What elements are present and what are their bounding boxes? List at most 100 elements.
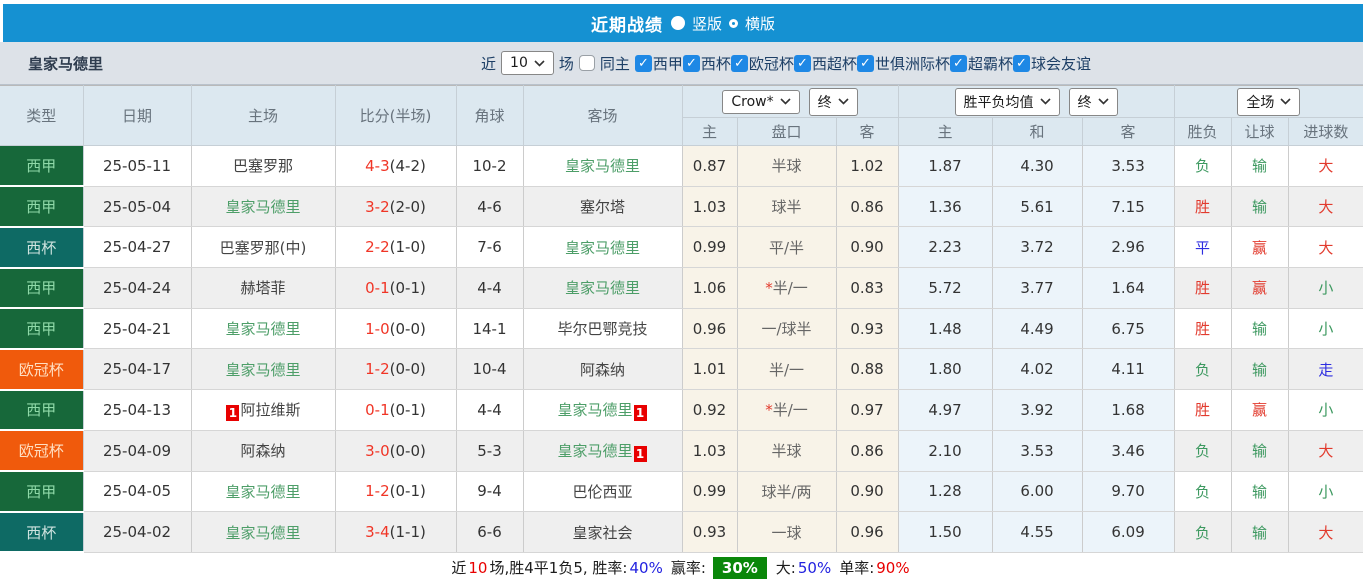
fulltime-score: 0-1 bbox=[365, 278, 390, 297]
home-team-cell[interactable]: 皇家马德里 bbox=[191, 511, 336, 553]
match-table-body: 西甲 25-05-11 巴塞罗那 4-3(4-2) 10-2 皇家马德里 0.87 半球 1.0… bbox=[0, 145, 1363, 554]
home-team-cell[interactable]: 皇家马德里 bbox=[191, 308, 336, 350]
away-team-cell[interactable]: 皇家社会 bbox=[523, 511, 683, 553]
avg-away-odds: 3.53 bbox=[1082, 145, 1175, 187]
league-label[interactable]: 球会友谊 bbox=[1031, 53, 1091, 74]
team-link[interactable]: 皇家马德里 bbox=[225, 524, 300, 542]
league-label[interactable]: 超霸杯 bbox=[968, 53, 1013, 74]
result-cell: 负 bbox=[1174, 511, 1232, 553]
goals-result-cell: 大 bbox=[1288, 186, 1363, 228]
team-link[interactable]: 皇家马德里 bbox=[225, 483, 300, 501]
team-link[interactable]: 皇家马德里 bbox=[225, 320, 300, 338]
league-checkbox[interactable]: ✓ bbox=[730, 54, 748, 72]
avg-draw-odds: 4.55 bbox=[992, 511, 1083, 553]
near-label: 近 bbox=[481, 54, 497, 73]
league-filter-item: ✓ 欧冠杯 bbox=[730, 53, 794, 74]
odds-period-select[interactable]: 终 bbox=[808, 87, 858, 116]
away-team-cell[interactable]: 阿森纳 bbox=[523, 348, 683, 391]
halftime-score: (1-1) bbox=[389, 523, 426, 542]
team-link[interactable]: 阿拉维斯 bbox=[240, 401, 300, 419]
away-team-cell[interactable]: 皇家马德里 bbox=[523, 267, 683, 309]
league-label[interactable]: 西超杯 bbox=[812, 53, 857, 74]
horizontal-layout-label[interactable]: 横版 bbox=[745, 13, 775, 34]
away-team-cell[interactable]: 皇家马德里 bbox=[523, 145, 683, 187]
avg-period-select[interactable]: 终 bbox=[1068, 87, 1118, 116]
team-link[interactable]: 巴塞罗那(中) bbox=[220, 239, 307, 257]
away-team-cell[interactable]: 塞尔塔 bbox=[523, 186, 683, 228]
filter-controls: 近 10 场 同主 ✓ 西甲 ✓ 西杯 ✓ 欧冠杯 ✓ 西超杯 ✓ 世俱洲际杯 ✓ 超霸杯 ✓ 球会友谊 bbox=[481, 51, 1363, 75]
handicap-result-cell: 赢 bbox=[1231, 226, 1289, 269]
league-checkbox[interactable]: ✓ bbox=[856, 54, 874, 72]
home-team-cell[interactable]: 巴塞罗那(中) bbox=[191, 226, 336, 269]
league-filter-item: ✓ 西甲 bbox=[634, 53, 683, 74]
home-team-cell[interactable]: 1 阿拉维斯 bbox=[191, 389, 336, 431]
team-link[interactable]: 皇家马德里 bbox=[557, 442, 632, 460]
league-label[interactable]: 西杯 bbox=[701, 53, 731, 74]
away-team-cell[interactable]: 皇家马德里 1 bbox=[523, 430, 683, 472]
team-link[interactable]: 皇家马德里 bbox=[565, 239, 640, 257]
team-link[interactable]: 皇家马德里 bbox=[565, 279, 640, 297]
footer-near-count: 10 bbox=[468, 558, 488, 577]
same-home-checkbox[interactable] bbox=[578, 55, 595, 71]
home-team-cell[interactable]: 阿森纳 bbox=[191, 430, 336, 472]
home-team-cell[interactable]: 巴塞罗那 bbox=[191, 145, 336, 187]
team-link[interactable]: 皇家马德里 bbox=[565, 157, 640, 175]
team-link[interactable]: 皇家社会 bbox=[572, 524, 632, 542]
league-type-badge: 西杯 bbox=[0, 511, 84, 554]
team-link[interactable]: 巴伦西亚 bbox=[572, 483, 632, 501]
avg-home-odds: 4.97 bbox=[898, 389, 993, 431]
league-filter-item: ✓ 世俱洲际杯 bbox=[856, 53, 950, 74]
home-team-cell[interactable]: 皇家马德里 bbox=[191, 186, 336, 228]
footer-single-label: 单率: bbox=[839, 559, 875, 578]
odds-company-select[interactable]: Crow* bbox=[722, 89, 800, 114]
footer-profit-rate: 30% bbox=[712, 556, 767, 579]
away-team-cell[interactable]: 巴伦西亚 bbox=[523, 471, 683, 513]
odds-away: 0.97 bbox=[836, 389, 899, 431]
score-cell: 1-2(0-0) bbox=[335, 348, 457, 391]
scope-select[interactable]: 全场 bbox=[1237, 87, 1301, 116]
team-link[interactable]: 赫塔菲 bbox=[240, 279, 285, 297]
team-link[interactable]: 皇家马德里 bbox=[557, 401, 632, 419]
avg-away-odds: 4.11 bbox=[1082, 348, 1175, 391]
team-link[interactable]: 阿森纳 bbox=[580, 361, 625, 379]
team-link[interactable]: 阿森纳 bbox=[240, 442, 285, 460]
chevron-down-icon bbox=[838, 98, 849, 105]
avg-odds-select[interactable]: 胜平负均值 bbox=[954, 87, 1060, 116]
league-label[interactable]: 西甲 bbox=[653, 53, 683, 74]
away-team-cell[interactable]: 皇家马德里 1 bbox=[523, 389, 683, 431]
avg-draw-odds: 5.61 bbox=[992, 186, 1083, 228]
horizontal-layout-radio[interactable] bbox=[729, 18, 738, 28]
col-header-date: 日期 bbox=[83, 85, 192, 146]
result-cell: 负 bbox=[1174, 348, 1232, 391]
league-label[interactable]: 世俱洲际杯 bbox=[875, 53, 950, 74]
league-checkbox[interactable]: ✓ bbox=[634, 54, 652, 72]
home-team-cell[interactable]: 赫塔菲 bbox=[191, 267, 336, 309]
away-team-cell[interactable]: 皇家马德里 bbox=[523, 226, 683, 269]
match-date: 25-05-04 bbox=[83, 186, 192, 228]
team-link[interactable]: 塞尔塔 bbox=[580, 198, 625, 216]
home-team-cell[interactable]: 皇家马德里 bbox=[191, 348, 336, 391]
score-cell: 2-2(1-0) bbox=[335, 226, 457, 269]
away-team-cell[interactable]: 毕尔巴鄂竞技 bbox=[523, 308, 683, 350]
vertical-layout-label[interactable]: 竖版 bbox=[692, 13, 722, 34]
league-checkbox[interactable]: ✓ bbox=[793, 54, 811, 72]
team-link[interactable]: 皇家马德里 bbox=[225, 198, 300, 216]
team-link[interactable]: 毕尔巴鄂竞技 bbox=[557, 320, 647, 338]
league-checkbox[interactable]: ✓ bbox=[1012, 54, 1030, 72]
match-date: 25-05-11 bbox=[83, 145, 192, 187]
team-link[interactable]: 皇家马德里 bbox=[225, 361, 300, 379]
league-checkbox[interactable]: ✓ bbox=[682, 54, 700, 72]
same-home-label[interactable]: 同主 bbox=[600, 53, 630, 74]
league-checkbox[interactable]: ✓ bbox=[949, 54, 967, 72]
odds-home: 1.03 bbox=[682, 430, 738, 472]
match-count-select[interactable]: 10 bbox=[501, 51, 554, 75]
vertical-layout-radio[interactable] bbox=[670, 16, 685, 30]
footer-profit-label: 赢率: bbox=[670, 559, 706, 578]
match-date: 25-04-13 bbox=[83, 389, 192, 431]
league-label[interactable]: 欧冠杯 bbox=[749, 53, 794, 74]
home-team-cell[interactable]: 皇家马德里 bbox=[191, 471, 336, 513]
odds-away: 0.90 bbox=[836, 226, 899, 269]
sub-header-crow-home: 主 bbox=[681, 117, 738, 146]
team-link[interactable]: 巴塞罗那 bbox=[233, 157, 293, 175]
handicap-result-cell: 赢 bbox=[1231, 389, 1289, 431]
